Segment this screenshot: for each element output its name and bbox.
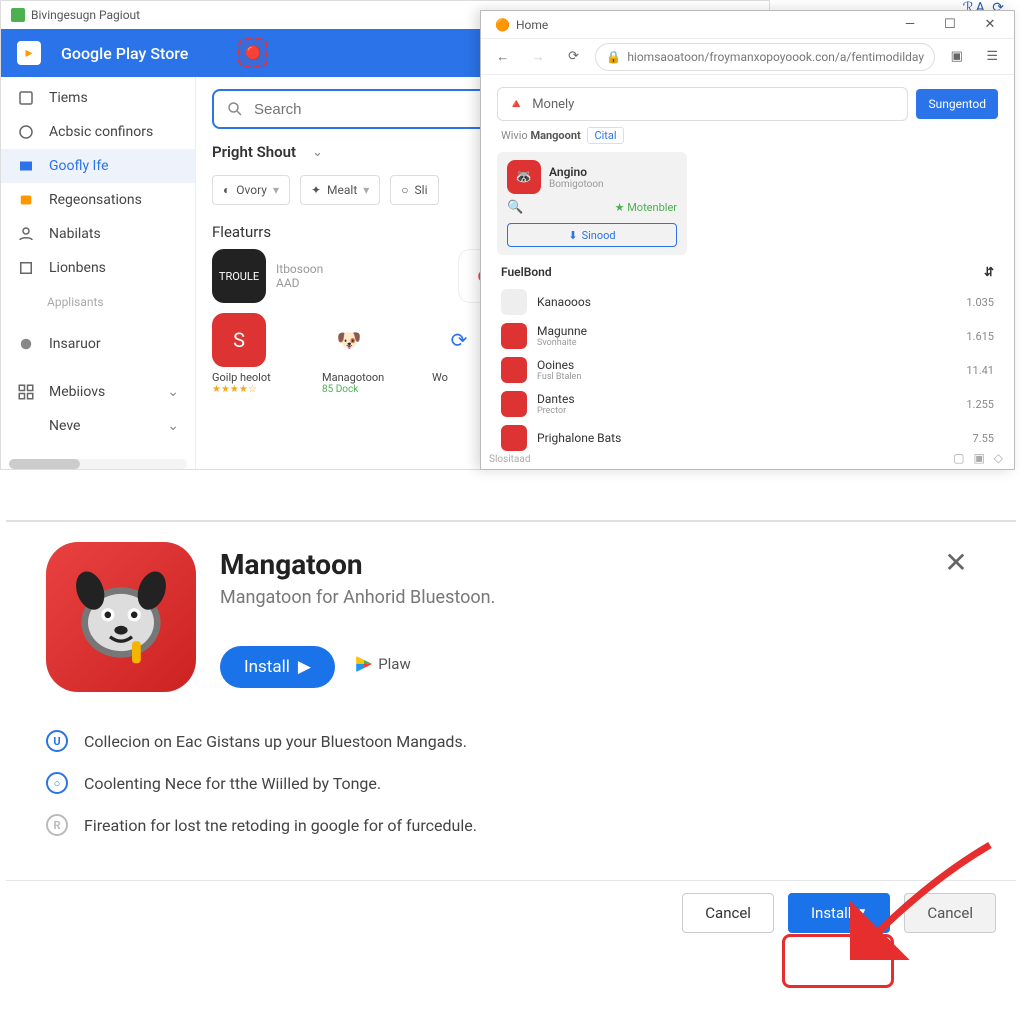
chip-ovory[interactable]: ◐ Ovory▾ <box>212 175 290 205</box>
magnify-icon[interactable]: 🔍 <box>507 200 523 215</box>
feature-icon: R <box>46 814 68 836</box>
dialog-footer: Cancel Install ▼ Cancel <box>6 880 1016 944</box>
app-icon: 🐶 <box>322 313 376 367</box>
sidebar-item-nabilats[interactable]: Nabilats <box>1 217 195 251</box>
play-logo-icon <box>356 656 372 672</box>
chevron-down-icon: ⌄ <box>167 418 179 434</box>
drive-icon: 🔺 <box>508 97 524 112</box>
window-icon <box>11 8 25 22</box>
app-icon <box>501 391 527 417</box>
feature-item: ○Coolenting Nece for tthe Wiilled by Ton… <box>46 762 976 804</box>
sort-icon[interactable]: ⇵ <box>984 265 994 279</box>
home-icon: 🟠 <box>495 18 510 32</box>
sidebar-item-neve[interactable]: Neve⌄ <box>1 409 195 443</box>
dialog-title: Mangatoon <box>220 548 495 581</box>
dialog-subtitle: Mangatoon for Anhorid Bluestoon. <box>220 587 495 608</box>
app-icon <box>501 289 527 315</box>
close-button[interactable]: ✕ <box>972 13 1008 37</box>
install-dialog: Mangatoon Mangatoon for Anhorid Bluestoo… <box>6 520 1016 846</box>
feature-icon: U <box>46 730 68 752</box>
chip-sli[interactable]: ○ Sli <box>390 175 438 205</box>
store-bag-icon: ▸ <box>17 41 41 65</box>
card-install-button[interactable]: ⬇ Sinood <box>507 223 677 247</box>
app-icon <box>501 357 527 383</box>
meta-link[interactable]: Cital <box>587 127 623 144</box>
sidebar-item-applisants[interactable]: Applisants <box>1 285 195 319</box>
playstore-sidebar: Tiems Acbsic confinors Goofly Ife Regeon… <box>1 77 196 469</box>
browser-search-button[interactable]: Sungentod <box>916 89 998 119</box>
sidebar-item-regeon[interactable]: Regeonsations <box>1 183 195 217</box>
app-icon <box>501 323 527 349</box>
menu-button[interactable]: ☰ <box>979 43 1006 71</box>
feature-icon: ○ <box>46 772 68 794</box>
browser-status: Slositaad <box>489 454 530 465</box>
search-icon <box>226 100 244 118</box>
app-icon: TROULE <box>212 249 266 303</box>
sidebar-item-insaruor[interactable]: Insaruor <box>1 327 195 361</box>
feature-list: UCollecion on Eac Gistans up your Bluest… <box>46 720 976 846</box>
dropdown-arrow-icon: ▼ <box>857 907 867 918</box>
browser-tab[interactable]: 🟠Home <box>487 18 556 32</box>
maximize-button[interactable]: ☐ <box>932 13 968 37</box>
cancel-button[interactable]: Cancel <box>682 893 774 933</box>
app-icon <box>501 425 527 451</box>
browser-toolbar: ← → ⟳ 🔒hiomsaoatoon/froymanxopoyoook.con… <box>481 39 1014 75</box>
filter-label: Pright Shout <box>212 143 296 161</box>
browser-titlebar: 🟠Home — ☐ ✕ <box>481 11 1014 39</box>
app-icon: Ѕ <box>212 313 266 367</box>
filter-chevron-icon[interactable]: ⌄ <box>312 145 323 160</box>
browser-status-icons: ▢ ▣ ◇ <box>953 451 1006 465</box>
list-item[interactable]: Prighalone Bats7.55 <box>497 421 998 455</box>
play-arrow-icon: ▶ <box>298 657 311 677</box>
app-icon: ⟳ <box>432 313 486 367</box>
sidebar-item-tiems[interactable]: Tiems <box>1 81 195 115</box>
list-item[interactable]: OoinesFusl Btalen11.41 <box>497 353 998 387</box>
sidebar-item-mebiiovs[interactable]: Mebiiovs⌄ <box>1 375 195 409</box>
window-title: Bivingesugn Pagiout <box>31 8 140 22</box>
material-badge: ★ Motenbler <box>615 201 677 214</box>
sidebar-item-acbsic[interactable]: Acbsic confinors <box>1 115 195 149</box>
reload-button[interactable]: ⟳ <box>560 43 587 71</box>
back-button[interactable]: ← <box>489 43 516 71</box>
result-meta: Wivio Mangoont Cital <box>501 129 998 142</box>
feature-item: UCollecion on Eac Gistans up your Bluest… <box>46 720 976 762</box>
list-header: FuelBond⇵ <box>501 265 994 279</box>
chevron-down-icon: ⌄ <box>167 384 179 400</box>
list-item[interactable]: MagunneSvonhaite1.615 <box>497 319 998 353</box>
browser-search[interactable]: 🔺Monely <box>497 87 908 121</box>
result-card[interactable]: 🦝AnginoBomigotoon 🔍★ Motenbler ⬇ Sinood <box>497 152 687 255</box>
app-tile-mangatoon[interactable]: 🐶Managotoon85 Dock <box>322 313 412 395</box>
app-tile[interactable]: ЅGoilp heolot★★★★☆ <box>212 313 302 395</box>
chip-mealt[interactable]: ✦ Mealt▾ <box>300 175 380 205</box>
app-icon: 🦝 <box>507 160 541 194</box>
minimize-button[interactable]: — <box>892 13 928 37</box>
list-item[interactable]: DantesPrector1.255 <box>497 387 998 421</box>
store-title: Google Play Store <box>61 44 188 63</box>
browser-window: 🟠Home — ☐ ✕ ← → ⟳ 🔒hiomsaoatoon/froymanx… <box>480 10 1015 470</box>
app-large-icon <box>46 542 196 692</box>
sidebar-item-lionbens[interactable]: Lionbens <box>1 251 195 285</box>
install-button[interactable]: Install ▼ <box>788 893 890 933</box>
feature-item: RFireation for lost tne retoding in goog… <box>46 804 976 846</box>
install-pill-button[interactable]: Install ▶ <box>220 646 335 688</box>
app-tile-wide-1[interactable]: TROULE ItbosoonAAD <box>212 249 442 303</box>
list-item[interactable]: Kanaooos1.035 <box>497 285 998 319</box>
sidebar-scrollbar[interactable] <box>9 459 187 469</box>
play-store-link[interactable]: Plaw <box>356 655 411 673</box>
forward-button[interactable]: → <box>524 43 551 71</box>
dialog-close-button[interactable]: ✕ <box>936 542 976 582</box>
app-tile[interactable]: ⟳Wo <box>432 313 482 395</box>
lock-icon: 🔒 <box>606 50 621 64</box>
cancel-button-secondary[interactable]: Cancel <box>904 893 996 933</box>
sidebar-item-goofly[interactable]: Goofly Ife <box>1 149 195 183</box>
highlighted-red-icon[interactable]: 🔴 <box>238 38 268 68</box>
bookmark-icon[interactable]: ▣ <box>943 43 970 71</box>
result-list: Kanaooos1.035 MagunneSvonhaite1.615 Ooin… <box>497 285 998 455</box>
url-bar[interactable]: 🔒hiomsaoatoon/froymanxopoyoook.con/a/fen… <box>595 43 935 71</box>
